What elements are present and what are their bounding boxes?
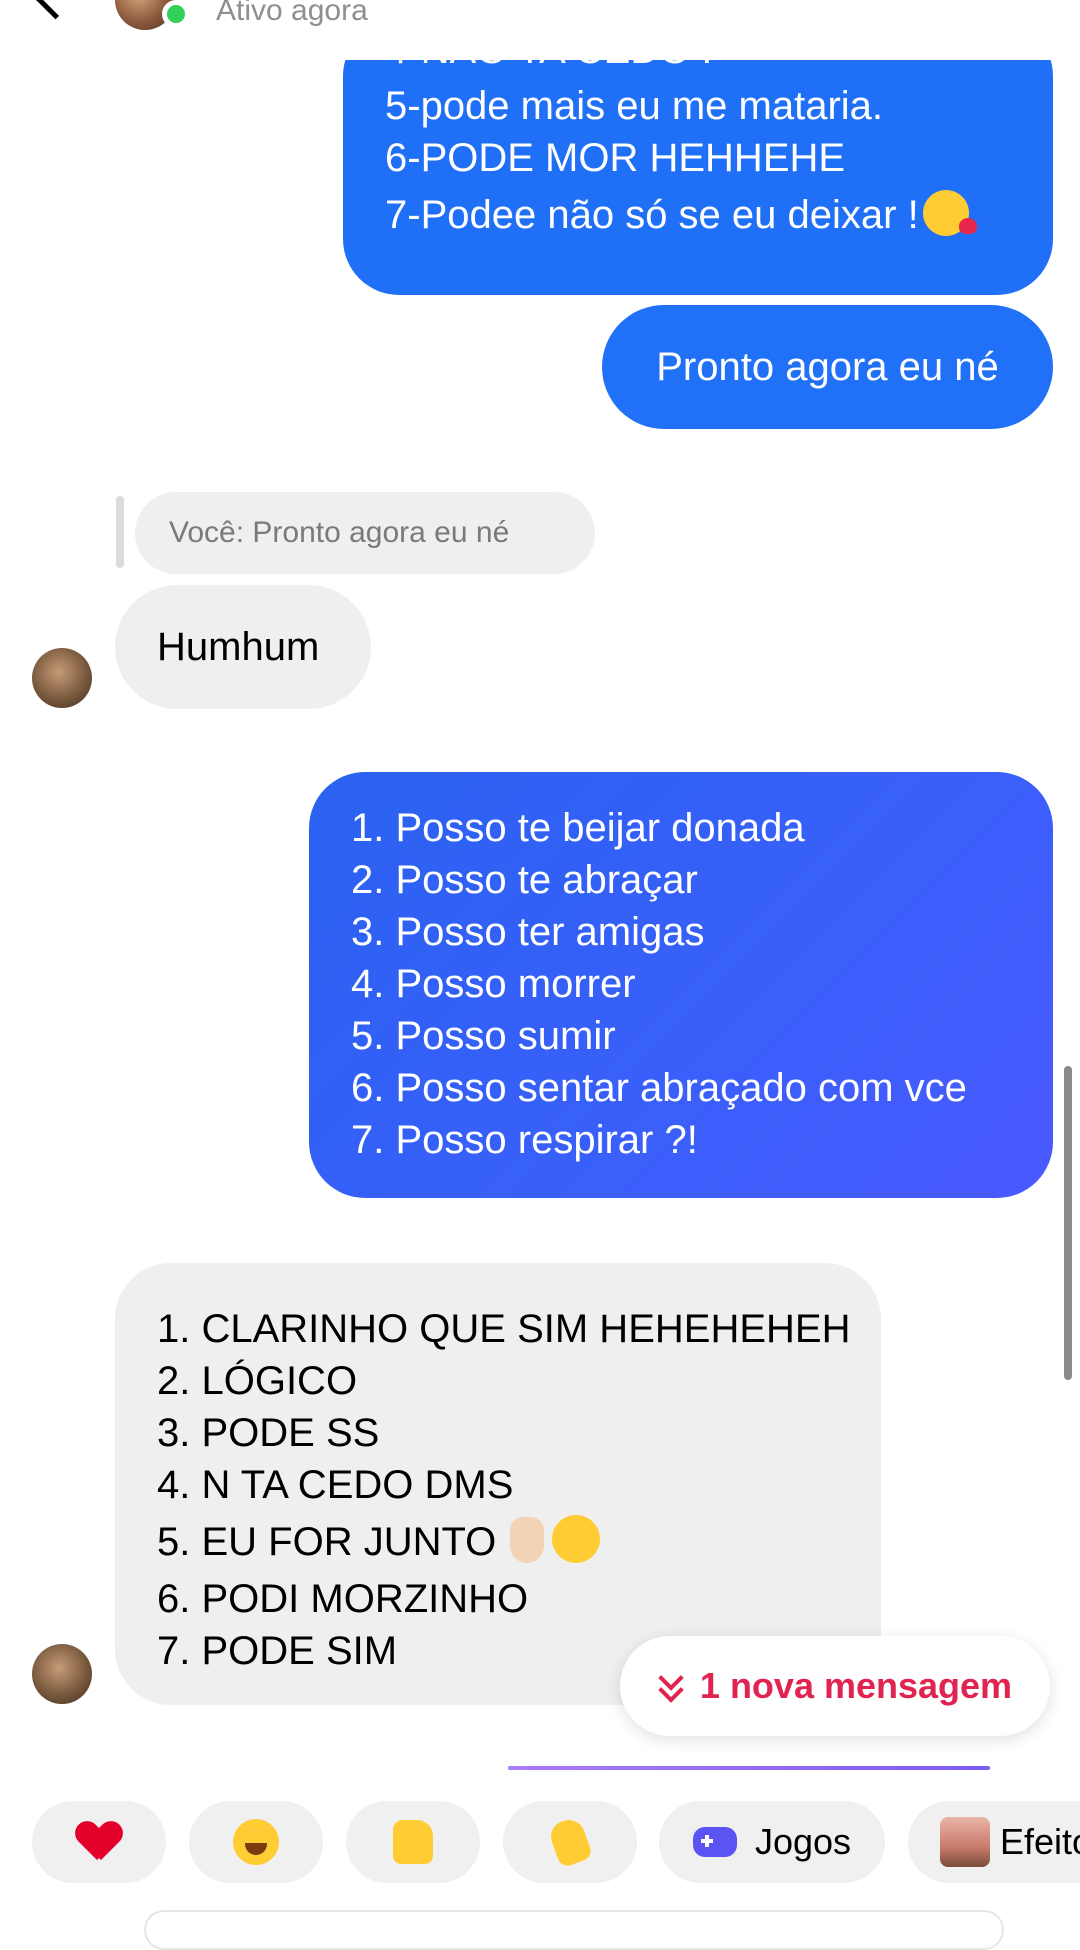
- back-arrow-icon[interactable]: [33, 0, 78, 20]
- effects-label: Efeitos: [1000, 1821, 1080, 1862]
- tears-of-joy-icon: [233, 1819, 279, 1865]
- contact-avatar[interactable]: [32, 1644, 92, 1704]
- games-label: Jogos: [754, 1821, 852, 1862]
- laugh-reaction-button[interactable]: [189, 1801, 323, 1883]
- effects-button[interactable]: Efeitos: [908, 1801, 1080, 1883]
- message-line: 2. Posso te abraçar: [351, 858, 698, 902]
- message-line: 6. Posso sentar abraçado com vce: [351, 1066, 967, 1110]
- contact-avatar[interactable]: [32, 648, 92, 708]
- sent-message-bubble[interactable]: 4-NÃO TA CEDO ! 5-pode mais eu me matari…: [343, 20, 1053, 295]
- reply-preview[interactable]: Você: Pronto agora eu né: [135, 492, 595, 574]
- kissing-face-icon: [922, 190, 977, 236]
- message-line: 5-pode mais eu me mataria.: [385, 84, 884, 128]
- message-line: 6-PODE MOR HEHHEHE: [385, 136, 846, 180]
- pointing-reaction-button[interactable]: [503, 1801, 637, 1883]
- message-line: 7. Posso respirar ?!: [351, 1118, 698, 1162]
- new-message-button[interactable]: 1 nova mensagem: [620, 1636, 1050, 1736]
- pointing-hand-icon: [546, 1815, 594, 1869]
- message-line: 3. PODE SS: [157, 1411, 380, 1455]
- sent-message-bubble[interactable]: 1. Posso te beijar donada 2. Posso te ab…: [309, 772, 1053, 1198]
- typing-indicator-line: [508, 1766, 990, 1770]
- online-status-dot: [162, 0, 190, 28]
- index-pointing-up-icon: [510, 1517, 545, 1563]
- sent-message-bubble[interactable]: Pronto agora eu né: [602, 305, 1053, 429]
- message-line: 2. LÓGICO: [157, 1359, 358, 1403]
- scrollbar[interactable]: [1064, 1066, 1072, 1380]
- message-line: 6. PODI MORZINHO: [157, 1577, 529, 1621]
- message-line-text: 5. EU FOR JUNTO: [157, 1520, 497, 1564]
- message-line: 1. Posso te beijar donada: [351, 806, 805, 850]
- message-text: Pronto agora eu né: [656, 344, 999, 389]
- heart-reaction-button[interactable]: [32, 1801, 166, 1883]
- message-line: 4. Posso morrer: [351, 962, 636, 1006]
- chat-header: Ativo agora: [0, 0, 1080, 60]
- message-line: 4. N TA CEDO DMS: [157, 1463, 514, 1507]
- message-line: 5. EU FOR JUNTO: [157, 1511, 881, 1573]
- thumbs-up-reaction-button[interactable]: [346, 1801, 480, 1883]
- new-message-label: 1 nova mensagem: [699, 1665, 1013, 1706]
- message-line: 1. CLARINHO QUE SIM HEHEHEHEH: [157, 1307, 851, 1351]
- message-line-text: 7-Podee não só se eu deixar !: [385, 193, 919, 237]
- message-composer[interactable]: [144, 1910, 1004, 1950]
- message-line: 3. Posso ter amigas: [351, 910, 705, 954]
- relieved-face-icon: [552, 1515, 601, 1563]
- reply-indicator-bar: [116, 496, 124, 568]
- gamepad-icon: [692, 1827, 737, 1857]
- contact-status: Ativo agora: [216, 0, 368, 27]
- message-line: 7-Podee não só se eu deixar !: [385, 184, 1053, 246]
- games-button[interactable]: Jogos: [659, 1801, 885, 1883]
- received-message-bubble[interactable]: Humhum: [115, 585, 371, 709]
- message-line: 5. Posso sumir: [351, 1014, 616, 1058]
- double-chevron-down-icon: [658, 1665, 684, 1703]
- heart-icon: [77, 1822, 121, 1862]
- effect-thumbnail: [940, 1817, 990, 1867]
- message-text: Humhum: [157, 624, 320, 669]
- thumbs-up-icon: [393, 1820, 433, 1864]
